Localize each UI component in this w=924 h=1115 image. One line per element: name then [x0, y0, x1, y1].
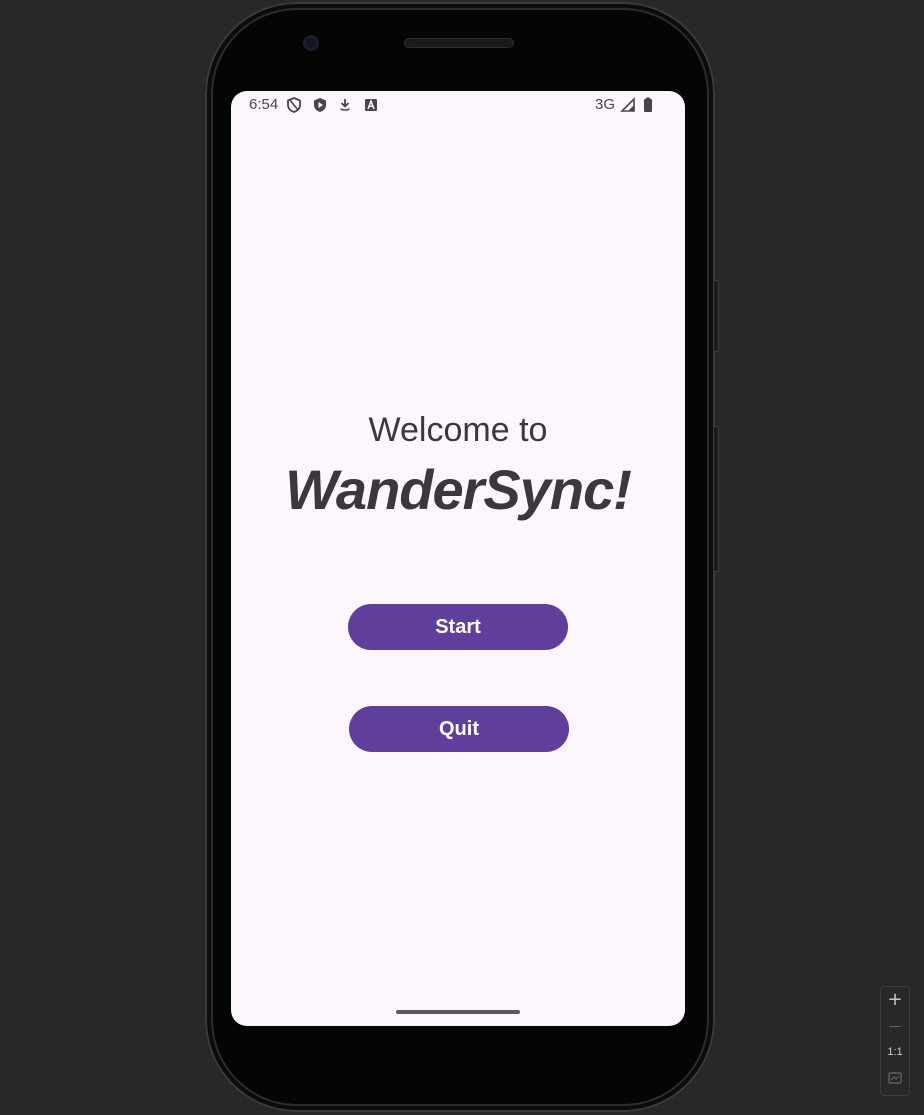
font-a-icon	[364, 97, 378, 117]
home-indicator[interactable]	[396, 1010, 520, 1014]
status-bar: 6:54 3G	[231, 91, 685, 119]
start-button[interactable]: Start	[348, 604, 568, 650]
quit-button[interactable]: Quit	[349, 706, 569, 752]
download-icon	[339, 97, 351, 117]
shield-play-icon	[313, 97, 327, 117]
zoom-fit-icon[interactable]	[881, 1065, 909, 1091]
phone-screen: 6:54 3G Welcome to WanderSync! Start Qui…	[231, 91, 685, 1026]
zoom-controls: + — 1:1	[880, 986, 910, 1096]
front-camera-icon	[303, 35, 319, 51]
app-title: WanderSync!	[285, 458, 632, 521]
battery-icon	[642, 97, 654, 117]
volume-button[interactable]	[713, 426, 719, 572]
welcome-text: Welcome to	[368, 411, 548, 449]
status-time: 6:54	[249, 96, 279, 113]
power-button[interactable]	[713, 280, 719, 352]
zoom-in-button[interactable]: +	[881, 987, 909, 1013]
network-type: 3G	[595, 96, 616, 113]
zoom-actual-size-button[interactable]: 1:1	[881, 1039, 909, 1065]
earpiece-speaker	[404, 38, 514, 48]
zoom-out-button[interactable]: —	[881, 1013, 909, 1039]
shield-outline-icon	[287, 97, 301, 117]
emulator-stage: 6:54 3G Welcome to WanderSync! Start Qui…	[0, 0, 924, 1115]
signal-icon	[620, 97, 636, 117]
